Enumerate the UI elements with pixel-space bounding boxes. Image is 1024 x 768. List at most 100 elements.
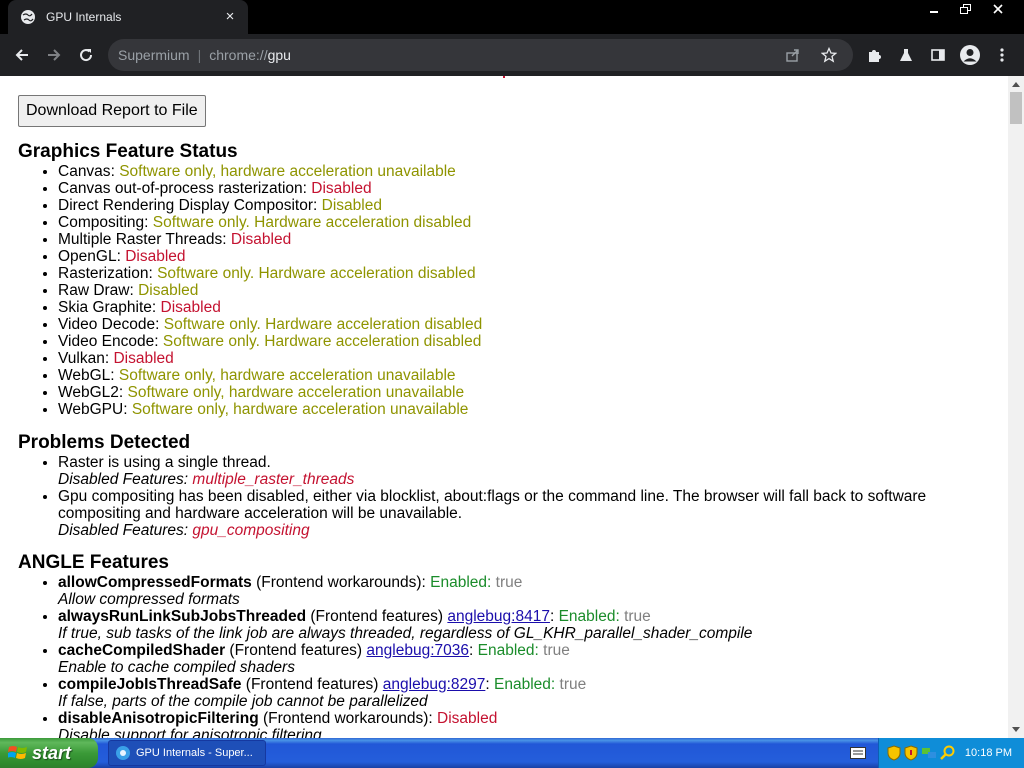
globe-icon [21,10,35,24]
feature-name: WebGL2 [58,384,119,401]
minimize-button[interactable] [920,0,948,18]
feature-name: WebGPU [58,401,124,418]
tab-title: GPU Internals [46,10,122,24]
disabled-features-line: Disabled Features: multiple_raster_threa… [58,471,998,488]
angle-feature-name: cacheCompiledShader [58,642,226,659]
problems-list: Raster is using a single thread. Disable… [58,454,998,539]
clock: 10:18 PM [964,747,1012,759]
disabled-feature-name: multiple_raster_threads [192,471,355,488]
security-alert-icon[interactable] [904,745,918,761]
avatar-icon [960,45,980,65]
scroll-up-arrow-icon[interactable] [1012,82,1020,87]
angle-feature-description: If true, sub tasks of the link job are a… [58,625,753,642]
url-text: Supermium | chrome://gpu [118,47,291,63]
start-button[interactable]: start [0,738,98,768]
star-icon [821,47,837,63]
search-icon[interactable] [940,745,956,761]
feature-name: OpenGL [58,248,117,265]
windows-taskbar: start GPU Internals - Super... 10:18 PM [0,738,1024,768]
angle-features-heading: ANGLE Features [18,552,169,573]
keyboard-icon[interactable] [850,747,866,759]
share-button[interactable] [777,39,809,71]
angle-feature-category: (Frontend features) [229,642,363,659]
disabled-features-line: Disabled Features: gpu_compositing [58,522,998,539]
profile-button[interactable] [954,39,986,71]
menu-button[interactable] [986,39,1018,71]
feature-status: Disabled [311,180,372,197]
taskbar-window-button[interactable]: GPU Internals - Super... [108,740,266,766]
tab-close-icon[interactable]: × [222,9,238,25]
disabled-features-label: Disabled Features: [58,471,189,488]
download-report-button[interactable]: Download Report to File [18,95,206,127]
tab-strip: GPU Internals × [0,0,1024,34]
angle-feature-item: compileJobIsThreadSafe (Frontend feature… [58,676,998,710]
feature-name: Video Encode [58,333,155,350]
feature-name: Direct Rendering Display Compositor [58,197,313,214]
angle-feature-value: true [543,642,570,659]
feature-status-item: Canvas out-of-process rasterization: Dis… [58,180,998,197]
feature-status: Disabled [113,350,174,367]
angle-feature-item: cacheCompiledShader (Frontend features) … [58,642,998,676]
minimize-icon [930,11,938,13]
feature-name: Raw Draw [58,282,130,299]
side-panel-button[interactable] [922,39,954,71]
angle-feature-category: (Frontend features) [245,676,379,693]
scrollbar-thumb[interactable] [1010,92,1022,124]
feature-status: Disabled [321,197,382,214]
angle-feature-description: Allow compressed formats [58,591,240,608]
network-icon[interactable] [921,745,937,761]
restore-icon [960,4,971,14]
bookmark-button[interactable] [813,39,845,71]
feature-status: Software only. Hardware acceleration dis… [152,214,472,231]
restore-button[interactable] [952,0,980,18]
feature-name: Compositing [58,214,145,231]
angle-feature-category: (Frontend workarounds): [256,574,426,591]
scroll-down-arrow-icon[interactable] [1012,727,1020,732]
reload-button[interactable] [70,39,102,71]
flask-icon [900,49,912,61]
graphics-feature-status-heading: Graphics Feature Status [18,141,238,162]
url-separator: | [197,47,202,63]
feature-name: WebGL [58,367,111,384]
system-tray: 10:18 PM [878,738,1024,768]
back-button[interactable] [6,39,38,71]
anglebug-link[interactable]: anglebug:8297 [383,676,486,693]
extensions-button[interactable] [858,39,890,71]
feature-status-item: Raw Draw: Disabled [58,282,998,299]
angle-feature-state: Disabled [437,710,498,727]
angle-feature-value: true [495,574,523,591]
omnibox-actions [777,39,845,71]
taskbar-window-label: GPU Internals - Super... [136,747,253,759]
angle-features-list: allowCompressedFormats (Frontend workaro… [58,574,998,738]
feature-status: Software only. Hardware acceleration dis… [157,265,476,282]
page-scrollbar[interactable] [1008,76,1024,738]
anglebug-link[interactable]: anglebug:7036 [366,642,469,659]
toolbar-actions [858,39,1018,71]
labs-button[interactable] [890,39,922,71]
feature-name: Skia Graphite [58,299,152,316]
angle-feature-state: Enabled: [477,642,539,659]
feature-status-item: Video Encode: Software only. Hardware ac… [58,333,998,350]
feature-status-item: Skia Graphite: Disabled [58,299,998,316]
feature-status-item: OpenGL: Disabled [58,248,998,265]
angle-feature-name: allowCompressedFormats [58,574,252,591]
forward-button[interactable] [38,39,70,71]
feature-name: Vulkan [58,350,105,367]
feature-status-item: Video Decode: Software only. Hardware ac… [58,316,998,333]
anglebug-link[interactable]: anglebug:8417 [447,608,550,625]
angle-feature-item: alwaysRunLinkSubJobsThreaded (Frontend f… [58,608,998,642]
angle-feature-description: Disable support for anisotropic filterin… [58,727,322,738]
reload-icon [80,49,93,62]
tab-gpu-internals[interactable]: GPU Internals × [8,0,248,34]
angle-feature-value: true [559,676,587,693]
angle-feature-item: disableAnisotropicFiltering (Frontend wo… [58,710,998,738]
angle-feature-state: Enabled: [494,676,556,693]
side-panel-icon [931,49,945,61]
problem-item: Raster is using a single thread. Disable… [58,454,998,488]
address-bar[interactable]: Supermium | chrome://gpu [108,39,853,71]
angle-feature-name: compileJobIsThreadSafe [58,676,242,693]
security-shield-icon[interactable] [887,745,901,761]
feature-status-item: WebGL: Software only, hardware accelerat… [58,367,998,384]
close-window-button[interactable] [984,0,1012,18]
puzzle-icon [869,50,881,62]
